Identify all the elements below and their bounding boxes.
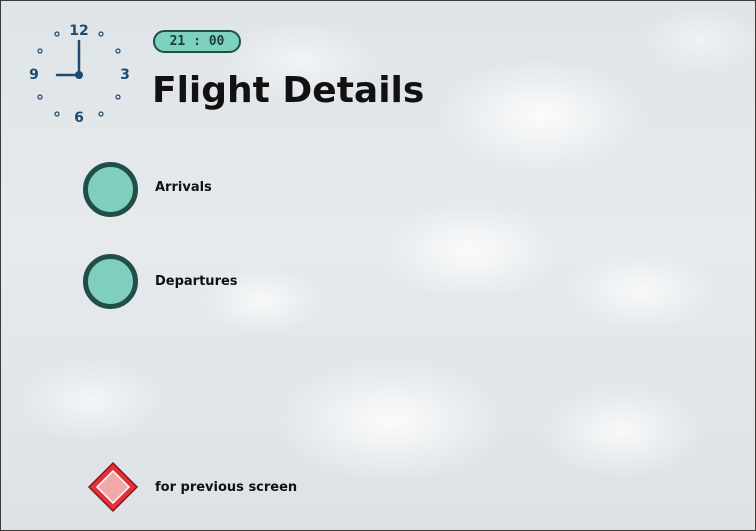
clock-number-12: 12 xyxy=(69,23,88,39)
clock-number-3: 3 xyxy=(120,67,130,83)
page-title: Flight Details xyxy=(152,70,425,111)
departures-label[interactable]: Departures xyxy=(155,274,238,289)
clock-center xyxy=(75,71,83,79)
arrivals-label[interactable]: Arrivals xyxy=(155,180,212,195)
clock-dot xyxy=(115,48,121,54)
clock-dot xyxy=(54,111,60,117)
clock-dot xyxy=(98,31,104,37)
clock-number-9: 9 xyxy=(29,67,39,83)
departures-button[interactable] xyxy=(83,254,138,309)
clock-dot xyxy=(37,94,43,100)
clock-dot xyxy=(54,31,60,37)
flight-details-screen: 12 3 6 9 21 : 00 Flight Details Arrivals… xyxy=(0,0,756,531)
clock-dot xyxy=(37,48,43,54)
time-display: 21 : 00 xyxy=(153,30,241,53)
clock-dot xyxy=(98,111,104,117)
back-label: for previous screen xyxy=(155,480,298,495)
back-button[interactable] xyxy=(87,461,139,513)
clock-dot xyxy=(115,94,121,100)
clock-number-6: 6 xyxy=(74,110,84,126)
arrivals-button[interactable] xyxy=(83,162,138,217)
analog-clock-icon: 12 3 6 9 xyxy=(15,13,135,133)
red-diamond-icon xyxy=(87,461,139,513)
